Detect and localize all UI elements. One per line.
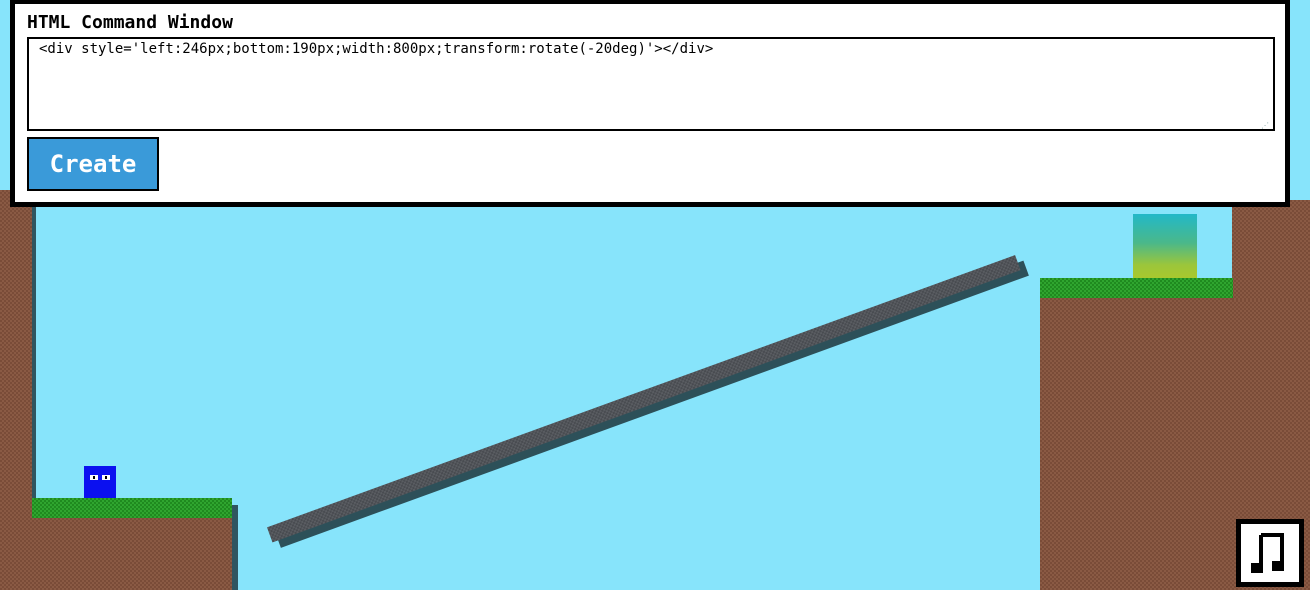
music-toggle-button[interactable] — [1236, 519, 1304, 587]
resize-grip-icon[interactable]: ⋰ — [1261, 121, 1269, 130]
music-note-icon — [1251, 533, 1284, 573]
player-left-eye — [90, 475, 98, 480]
ramp-plank-surface — [267, 255, 1021, 543]
html-command-window: HTML Command Window <div style='left:246… — [10, 0, 1290, 207]
player-right-eye — [102, 475, 110, 480]
player-character — [84, 466, 116, 498]
create-button[interactable]: Create — [27, 137, 159, 191]
left-wall-edge — [32, 205, 36, 500]
goal-block — [1133, 214, 1197, 278]
start-ledge-edge — [232, 505, 238, 590]
goal-ledge-grass — [1040, 278, 1233, 298]
ramp-plank — [267, 254, 1029, 548]
command-window-title: HTML Command Window — [27, 12, 233, 33]
right-dirt-wall — [1232, 200, 1310, 300]
left-dirt-wall — [0, 190, 36, 590]
html-code-input[interactable]: <div style='left:246px;bottom:190px;widt… — [27, 37, 1275, 131]
start-ledge-dirt — [32, 518, 232, 590]
music-button-face — [1241, 524, 1299, 582]
start-ledge-grass — [32, 498, 232, 518]
